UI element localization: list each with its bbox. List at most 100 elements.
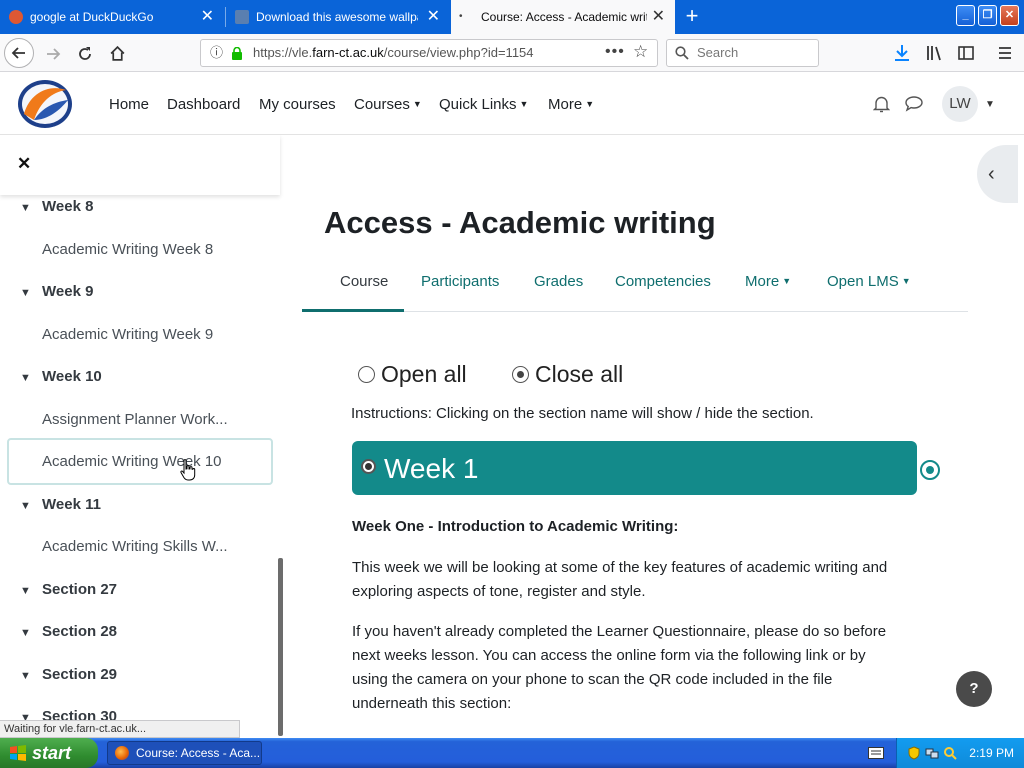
window-minimize-button[interactable]: _ — [956, 5, 975, 26]
tab-open-lms[interactable]: Open LMS ▼ — [827, 255, 911, 312]
tab-course-active[interactable]: • Course: Access - Academic writing ✕ — [451, 0, 675, 34]
drawer-section-week-9[interactable]: ▼ Week 9 — [20, 283, 93, 300]
tab-more[interactable]: More ▼ — [745, 255, 791, 312]
hamburger-menu-icon[interactable] — [997, 43, 1013, 63]
section-week-1-toggle[interactable]: Week 1 — [352, 441, 917, 495]
chevron-down-icon[interactable]: ▼ — [20, 372, 42, 384]
tab-wallpaper[interactable]: Download this awesome wallpaper ✕ — [226, 0, 450, 34]
tab-open-lms-label: Open LMS — [827, 273, 899, 290]
course-index-list: ▼ Week 8 Academic Writing Week 8 ▼ Week 9 … — [0, 195, 280, 738]
drawer-scrollbar[interactable] — [278, 558, 283, 736]
reload-button[interactable] — [70, 38, 100, 68]
tab-duckduckgo[interactable]: google at DuckDuckGo ✕ — [0, 0, 224, 34]
drawer-item[interactable]: Academic Writing Week 8 — [42, 241, 213, 258]
section-summary-paragraph: If you haven't already completed the Lea… — [352, 623, 887, 712]
search-icon — [675, 46, 689, 60]
library-icon[interactable] — [925, 43, 943, 63]
close-tab-icon[interactable]: ✕ — [201, 0, 214, 34]
loading-dot-icon: • — [459, 11, 463, 22]
chevron-down-icon[interactable]: ▼ — [20, 670, 42, 682]
download-icon[interactable] — [893, 43, 911, 63]
drawer-item[interactable]: Assignment Planner Work... — [42, 411, 228, 428]
tab-participants[interactable]: Participants — [421, 255, 499, 312]
url-host: farn-ct.ac.uk — [312, 45, 384, 60]
security-shield-icon[interactable] — [907, 746, 921, 760]
close-drawer-icon[interactable]: ✕ — [17, 154, 31, 174]
page-actions-icon[interactable]: ••• — [605, 39, 625, 65]
nav-more[interactable]: More ▼ — [548, 73, 594, 135]
url-scheme: https://vle. — [253, 45, 313, 60]
drawer-section-28[interactable]: ▼ Section 28 — [20, 623, 117, 640]
nav-quick-links[interactable]: Quick Links ▼ — [439, 73, 528, 135]
search-placeholder: Search — [697, 45, 739, 60]
nav-quick-links-label: Quick Links — [439, 96, 517, 113]
taskbar-firefox-window[interactable]: Course: Access - Aca... — [107, 741, 262, 765]
chevron-down-icon[interactable]: ▼ — [20, 202, 42, 214]
drawer-section-29[interactable]: ▼ Section 29 — [20, 666, 117, 683]
keyboard-language-icon[interactable] — [868, 747, 884, 759]
tab-course[interactable]: Course — [302, 255, 405, 312]
nav-dashboard[interactable]: Dashboard — [167, 73, 240, 135]
tab-title: google at DuckDuckGo — [30, 10, 154, 24]
hand-cursor-icon — [180, 459, 196, 481]
network-icon[interactable] — [925, 746, 939, 760]
nav-courses[interactable]: Courses ▼ — [354, 73, 422, 135]
lock-icon[interactable] — [231, 47, 243, 60]
bookmark-star-icon[interactable]: ☆ — [633, 39, 648, 65]
search-tray-icon[interactable] — [943, 746, 957, 760]
tab-grades[interactable]: Grades — [534, 255, 583, 312]
drawer-item[interactable]: Academic Writing Skills W... — [42, 538, 228, 555]
collapse-instructions: Instructions: Clicking on the section na… — [351, 405, 814, 422]
messages-chat-icon[interactable] — [905, 95, 923, 112]
chevron-down-icon[interactable]: ▼ — [985, 73, 995, 137]
windows-flag-icon — [10, 745, 26, 761]
site-info-icon[interactable]: ⓘ — [210, 40, 223, 66]
sidebar-toggle-icon[interactable] — [957, 43, 975, 63]
close-tab-icon[interactable]: ✕ — [652, 0, 665, 34]
chevron-down-icon[interactable]: ▼ — [20, 627, 42, 639]
nav-my-courses[interactable]: My courses — [259, 73, 336, 135]
drawer-section-week-11[interactable]: ▼ Week 11 — [20, 496, 101, 513]
home-button[interactable] — [102, 38, 132, 68]
windows-taskbar: start Course: Access - Aca... 2:19 PM — [0, 738, 1024, 768]
reload-icon — [79, 47, 91, 60]
drawer-section-27[interactable]: ▼ Section 27 — [20, 581, 117, 598]
chevron-down-icon: ▼ — [519, 99, 529, 109]
window-close-button[interactable]: ✕ — [1000, 5, 1019, 26]
open-block-drawer-button[interactable]: ‹ — [977, 145, 1018, 203]
open-all-radio[interactable] — [358, 366, 375, 383]
chevron-down-icon: ▼ — [901, 276, 911, 286]
section-toggle-radio[interactable] — [361, 459, 376, 474]
forward-arrow-icon — [47, 48, 61, 60]
system-tray: 2:19 PM — [896, 738, 1024, 768]
clock: 2:19 PM — [969, 746, 1014, 760]
section-summary-paragraph: This week we will be looking at some of … — [352, 559, 888, 600]
start-button[interactable]: start — [0, 738, 98, 768]
help-button[interactable]: ? — [956, 671, 992, 707]
close-tab-icon[interactable]: ✕ — [427, 0, 440, 34]
nav-home[interactable]: Home — [109, 73, 149, 135]
window-restore-button[interactable]: ❐ — [978, 5, 997, 26]
close-all-option[interactable]: Close all — [512, 361, 623, 388]
open-all-option[interactable]: Open all — [358, 361, 467, 388]
close-all-radio[interactable] — [512, 366, 529, 383]
back-button[interactable] — [4, 38, 34, 68]
search-input[interactable]: Search — [666, 39, 819, 67]
new-tab-button[interactable]: + — [680, 0, 704, 34]
drawer-section-week-8[interactable]: ▼ Week 8 — [20, 198, 93, 215]
notifications-bell-icon[interactable] — [873, 95, 890, 113]
drawer-item[interactable]: Academic Writing Week 9 — [42, 326, 213, 343]
chevron-down-icon[interactable]: ▼ — [20, 287, 42, 299]
address-bar[interactable]: ⓘ https://vle.farn-ct.ac.uk/course/view.… — [200, 39, 658, 67]
user-avatar[interactable]: LW — [942, 86, 978, 122]
chevron-down-icon[interactable]: ▼ — [20, 500, 42, 512]
chevron-down-icon[interactable]: ▼ — [20, 585, 42, 597]
drawer-section-week-10[interactable]: ▼ Week 10 — [20, 368, 102, 385]
drawer-section-label: Week 9 — [42, 283, 94, 300]
tab-competencies[interactable]: Competencies — [615, 255, 711, 312]
course-main-content: ‹ Access - Academic writing Course Parti… — [288, 135, 1018, 738]
college-logo[interactable] — [16, 78, 74, 130]
section-highlight-target-icon[interactable] — [920, 460, 940, 480]
forward-button[interactable] — [38, 38, 68, 68]
drawer-section-label: Week 8 — [42, 198, 94, 215]
